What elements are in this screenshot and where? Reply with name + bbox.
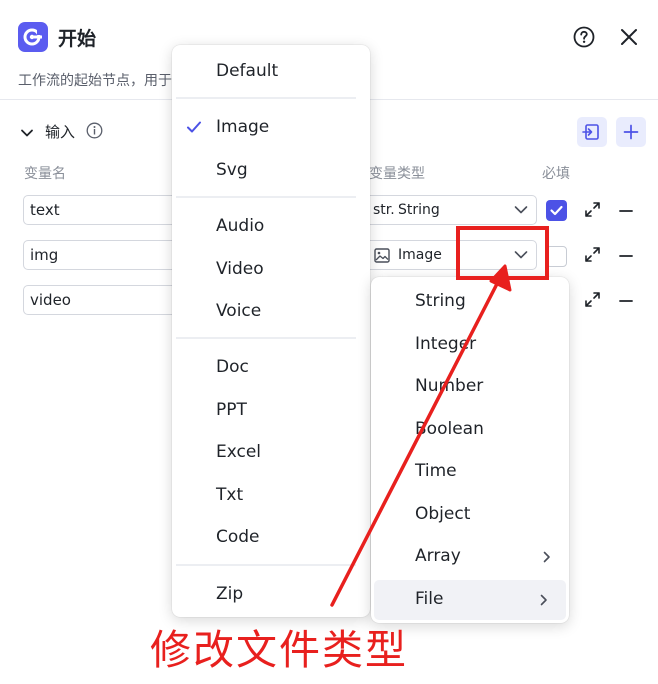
variable-name-input[interactable]: video: [23, 285, 183, 315]
chevron-right-icon: [540, 594, 547, 606]
type-value: Image: [398, 247, 442, 263]
column-header-required: 必填: [542, 166, 570, 182]
menu-item-doc[interactable]: Doc: [172, 348, 370, 388]
variable-type-select[interactable]: str. String: [365, 195, 537, 225]
info-icon[interactable]: [86, 122, 103, 139]
page-title: 开始: [58, 28, 97, 50]
chevron-down-icon: [514, 206, 528, 214]
menu-item-image[interactable]: Image: [172, 108, 370, 148]
node-description: 工作流的起始节点，用于: [18, 73, 172, 89]
start-node-icon: [18, 22, 48, 52]
start-node-panel: 开始 工作流的起始节点，用于 输入 变量名 变量类型 必填 text str. …: [0, 0, 658, 684]
menu-item-integer[interactable]: Integer: [371, 325, 569, 365]
required-checkbox[interactable]: [546, 246, 567, 267]
menu-item-video[interactable]: Video: [172, 250, 370, 290]
menu-item-svg[interactable]: Svg: [172, 151, 370, 191]
variable-name-input[interactable]: text: [23, 195, 183, 225]
check-icon: [187, 121, 201, 133]
menu-item-time[interactable]: Time: [371, 452, 569, 492]
menu-item-object[interactable]: Object: [371, 495, 569, 535]
menu-item-number[interactable]: Number: [371, 367, 569, 407]
remove-row-icon[interactable]: [619, 248, 633, 262]
add-variable-button[interactable]: [616, 117, 646, 147]
chevron-down-icon[interactable]: [20, 125, 34, 139]
help-icon[interactable]: [573, 26, 595, 48]
file-type-menu: Default Image Svg Audio Video Voice Doc …: [172, 45, 370, 617]
menu-item-code[interactable]: Code: [172, 518, 370, 558]
remove-row-icon[interactable]: [619, 203, 633, 217]
menu-item-excel[interactable]: Excel: [172, 433, 370, 473]
menu-item-string[interactable]: String: [371, 282, 569, 322]
menu-divider: [176, 196, 356, 198]
menu-divider: [176, 337, 356, 339]
type-prefix: str.: [373, 202, 395, 218]
required-checkbox[interactable]: [546, 200, 567, 221]
column-header-name: 变量名: [24, 166, 66, 182]
image-icon: [374, 248, 390, 263]
menu-item-audio[interactable]: Audio: [172, 207, 370, 247]
import-button[interactable]: [577, 117, 607, 147]
annotation-label: 修改文件类型: [150, 626, 408, 674]
menu-item-array[interactable]: Array: [371, 537, 569, 577]
menu-item-voice[interactable]: Voice: [172, 292, 370, 332]
menu-item-boolean[interactable]: Boolean: [371, 410, 569, 450]
menu-item-file[interactable]: File: [374, 580, 566, 620]
close-icon[interactable]: [619, 27, 639, 47]
column-header-type: 变量类型: [369, 166, 425, 182]
menu-divider: [176, 97, 356, 99]
menu-item-ppt[interactable]: PPT: [172, 391, 370, 431]
remove-row-icon[interactable]: [619, 293, 633, 307]
variable-type-menu: String Integer Number Boolean Time Objec…: [371, 277, 569, 623]
annotation-highlight-box: [456, 226, 549, 280]
variable-name-input[interactable]: img: [23, 240, 183, 270]
menu-item-zip[interactable]: Zip: [172, 575, 370, 615]
type-value: String: [398, 202, 440, 218]
chevron-right-icon: [543, 551, 550, 563]
menu-item-default[interactable]: Default: [172, 52, 370, 92]
menu-divider: [176, 564, 356, 566]
expand-icon[interactable]: [584, 201, 601, 218]
expand-icon[interactable]: [584, 246, 601, 263]
expand-icon[interactable]: [584, 291, 601, 308]
section-title-input[interactable]: 输入: [45, 121, 75, 142]
menu-item-txt[interactable]: Txt: [172, 476, 370, 516]
